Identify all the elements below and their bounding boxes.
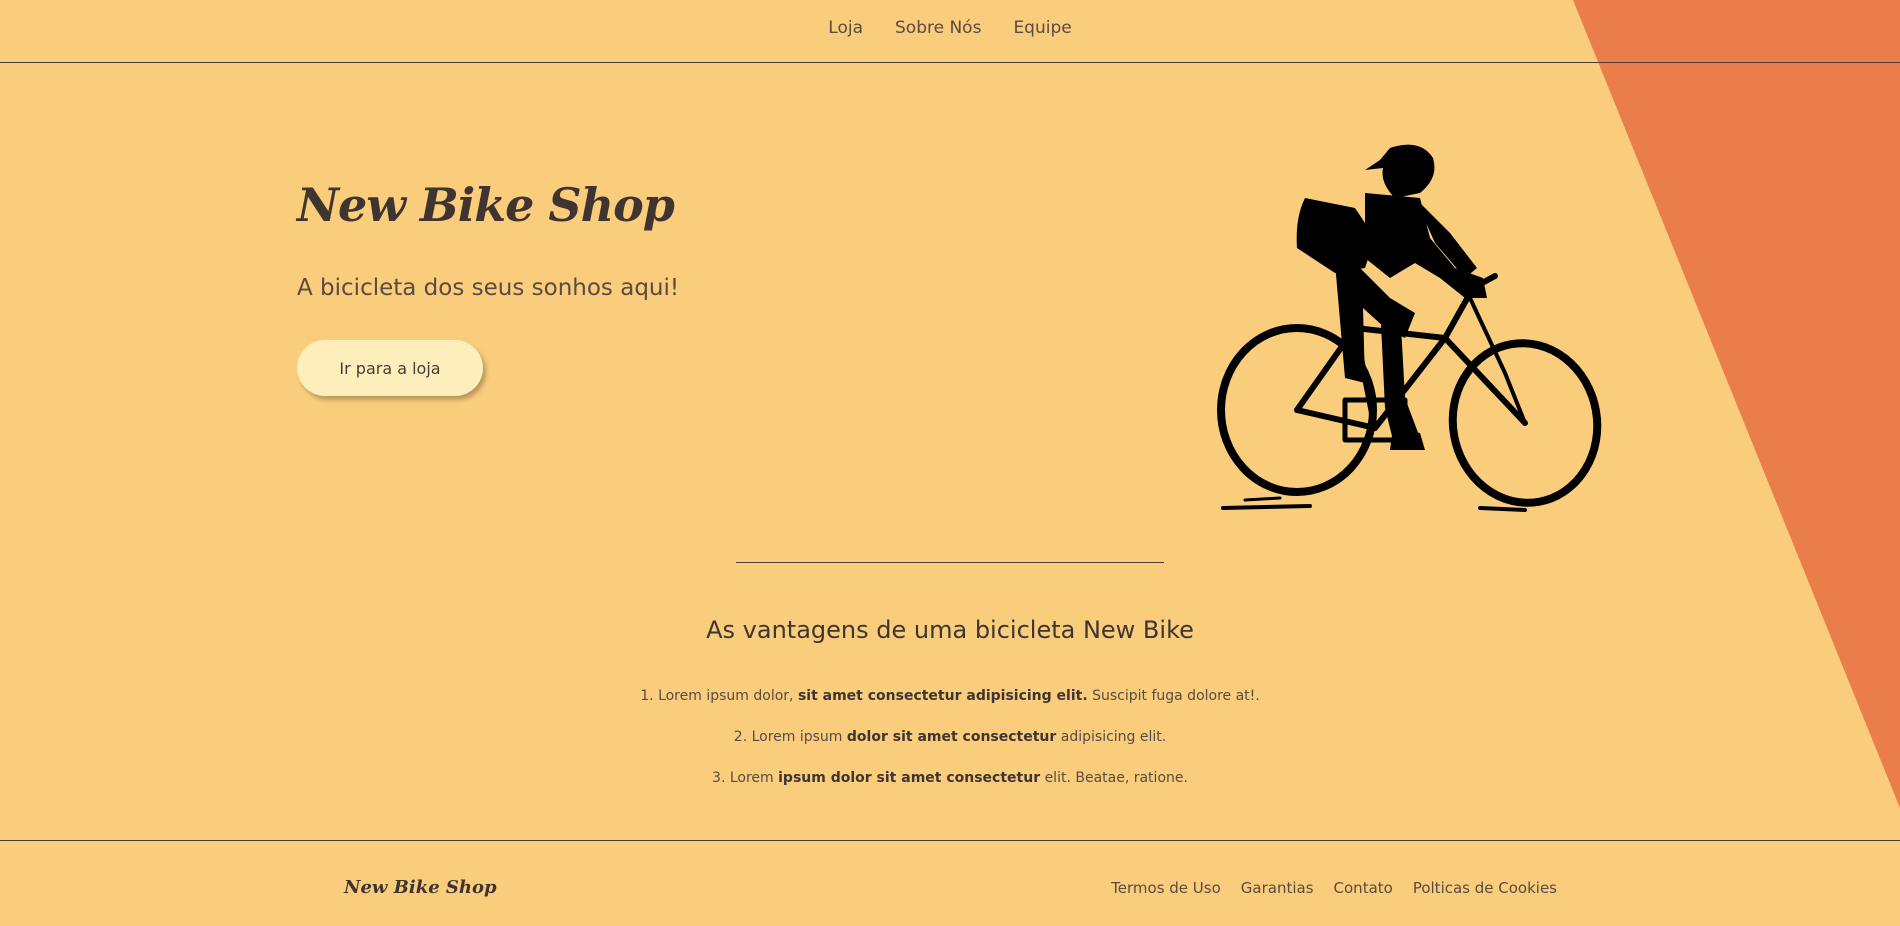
section-divider [736, 562, 1164, 563]
top-navigation: Loja Sobre Nós Equipe [0, 0, 1900, 63]
list-item-number: 2. [733, 729, 748, 745]
list-item: 2. Lorem ipsum dolor sit amet consectetu… [0, 729, 1900, 770]
footer-link-termos[interactable]: Termos de Uso [1111, 879, 1221, 897]
nav-item-equipe[interactable]: Equipe [1013, 18, 1071, 38]
list-item: 3. Lorem ipsum dolor sit amet consectetu… [0, 770, 1900, 811]
go-to-shop-button[interactable]: Ir para a loja [297, 340, 483, 396]
list-item-number: 3. [712, 770, 726, 786]
footer-brand-logo[interactable]: New Bike Shop [344, 877, 497, 898]
nav-item-loja[interactable]: Loja [828, 18, 863, 38]
list-item-text-end: elit. Beatae, ratione. [1044, 770, 1188, 786]
list-item-number: 1. [640, 688, 654, 704]
list-item-text-end: Suscipit fuga dolore at!. [1092, 688, 1260, 704]
list-item-text: Lorem ipsum [751, 729, 843, 745]
footer-link-garantias[interactable]: Garantias [1241, 879, 1314, 897]
footer-link-contato[interactable]: Contato [1334, 879, 1393, 897]
advantages-list: 1. Lorem ipsum dolor, sit amet consectet… [0, 688, 1900, 811]
list-item-bold-text: ipsum dolor sit amet consectetur [778, 770, 1041, 786]
list-item-text: Lorem [729, 770, 774, 786]
list-item-bold-text: sit amet consectetur adipisicing elit. [797, 688, 1088, 704]
footer-links: Termos de Uso Garantias Contato Polticas… [1111, 879, 1557, 897]
list-item-text: Lorem ipsum dolor, [658, 688, 794, 704]
list-item-bold-text: dolor sit amet consectetur [846, 729, 1057, 745]
hero-title: New Bike Shop [297, 178, 675, 232]
footer: New Bike Shop Termos de Uso Garantias Co… [0, 840, 1900, 926]
nav-links: Loja Sobre Nós Equipe [0, 18, 1900, 38]
cyclist-illustration [1217, 144, 1602, 512]
advantages-title: As vantagens de uma bicicleta New Bike [706, 616, 1194, 644]
hero-subtitle: A bicicleta dos seus sonhos aqui! [297, 275, 680, 301]
list-item: 1. Lorem ipsum dolor, sit amet consectet… [0, 688, 1900, 729]
list-item-text-end: adipisicing elit. [1060, 729, 1167, 745]
nav-item-sobre-nos[interactable]: Sobre Nós [895, 18, 981, 38]
footer-link-cookies[interactable]: Polticas de Cookies [1413, 879, 1557, 897]
